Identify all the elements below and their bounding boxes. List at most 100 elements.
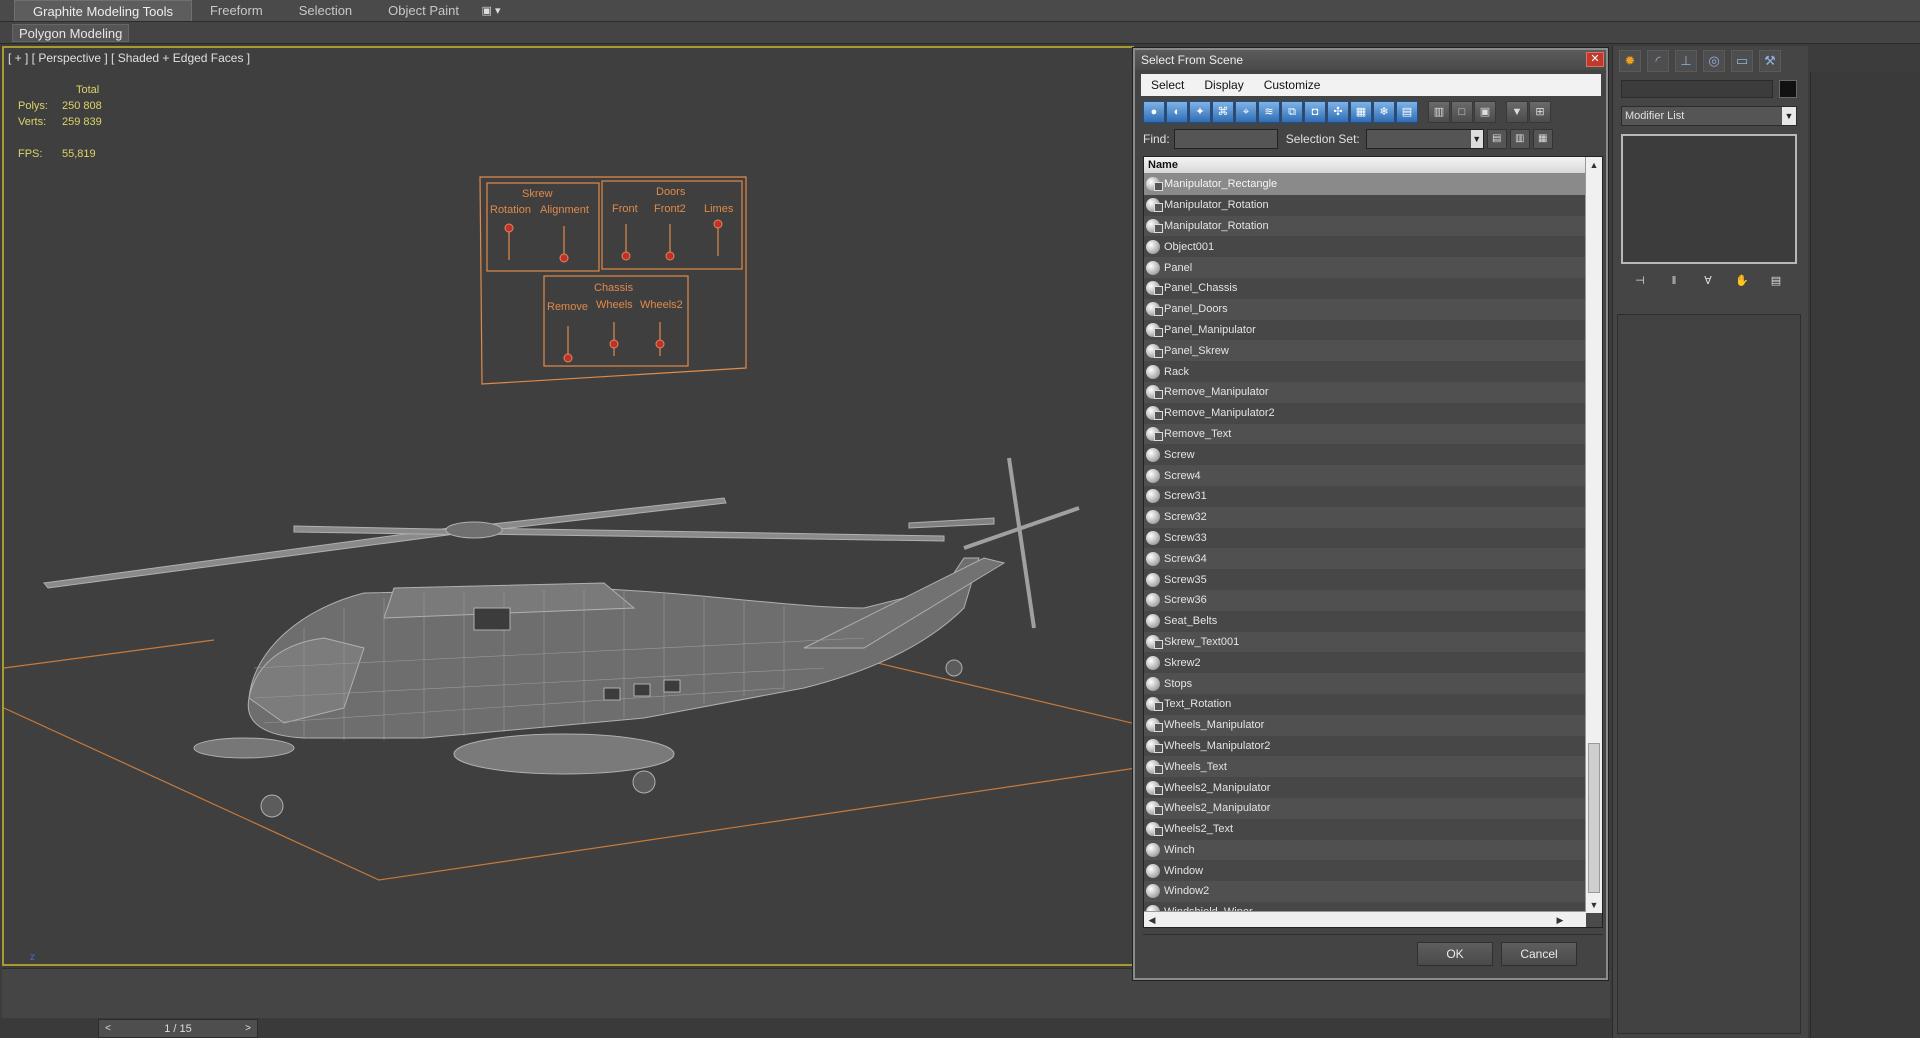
create-set-icon[interactable]: ▤ <box>1486 129 1507 149</box>
scroll-down-icon[interactable]: ▼ <box>1586 897 1602 913</box>
list-item[interactable]: Winch <box>1144 839 1586 861</box>
scroll-thumb[interactable] <box>1588 743 1600 893</box>
display-hidden-icon[interactable]: ▤ <box>1396 101 1418 123</box>
remove-from-set-icon[interactable]: ▦ <box>1532 129 1553 149</box>
list-item[interactable]: Screw33 <box>1144 527 1586 549</box>
display-xrefs-icon[interactable]: ◘ <box>1304 101 1326 123</box>
modifier-stack[interactable] <box>1621 134 1797 264</box>
list-item[interactable]: Window <box>1144 860 1586 882</box>
modify-tab-icon[interactable]: ◜ <box>1647 50 1669 72</box>
tab-object-paint[interactable]: Object Paint <box>370 0 477 21</box>
show-end-result-icon[interactable]: ‖ <box>1663 272 1685 290</box>
display-frozen-icon[interactable]: ❄ <box>1373 101 1395 123</box>
tab-graphite-modeling-tools[interactable]: Graphite Modeling Tools <box>14 0 192 21</box>
object-color-swatch[interactable] <box>1779 80 1797 98</box>
list-item[interactable]: Screw31 <box>1144 485 1586 507</box>
column-header-name[interactable]: Name <box>1144 157 1602 174</box>
create-tab-icon[interactable]: ✹ <box>1619 50 1641 72</box>
tab-selection[interactable]: Selection <box>281 0 370 21</box>
list-item[interactable]: Screw4 <box>1144 465 1586 486</box>
list-item[interactable]: Panel_Manipulator <box>1144 319 1586 341</box>
filter-icon[interactable]: ▼ <box>1506 101 1528 123</box>
viewport-label[interactable]: [ + ] [ Perspective ] [ Shaded + Edged F… <box>8 51 250 65</box>
display-spacewarps-icon[interactable]: ≋ <box>1258 101 1280 123</box>
time-prev-button[interactable]: < <box>99 1023 117 1034</box>
vertical-scrollbar[interactable]: ▲ ▼ <box>1585 157 1602 913</box>
select-all-icon[interactable]: ▥ <box>1428 101 1450 123</box>
display-bones-icon[interactable]: ✣ <box>1327 101 1349 123</box>
list-item[interactable]: Stops <box>1144 673 1586 694</box>
list-item[interactable]: Rack <box>1144 361 1586 382</box>
menu-customize[interactable]: Customize <box>1254 74 1331 96</box>
add-to-set-icon[interactable]: ▥ <box>1509 129 1530 149</box>
hierarchy-icon[interactable]: ⊞ <box>1529 101 1551 123</box>
display-tab-icon[interactable]: ▭ <box>1731 50 1753 72</box>
list-item[interactable]: Wheels_Manipulator <box>1144 714 1586 736</box>
display-groups-icon[interactable]: ⧉ <box>1281 101 1303 123</box>
utilities-tab-icon[interactable]: ⚒ <box>1759 50 1781 72</box>
time-next-button[interactable]: > <box>239 1023 257 1034</box>
hierarchy-tab-icon[interactable]: ⊥ <box>1675 50 1697 72</box>
close-icon[interactable]: ✕ <box>1586 52 1604 67</box>
selection-set-dropdown[interactable]: ▼ <box>1365 129 1484 149</box>
find-input[interactable] <box>1173 129 1278 149</box>
display-helpers-icon[interactable]: ⌖ <box>1235 101 1257 123</box>
display-geometry-icon[interactable]: ● <box>1143 101 1165 123</box>
list-item[interactable]: Skrew2 <box>1144 652 1586 674</box>
list-item[interactable]: Window2 <box>1144 881 1586 902</box>
perspective-viewport[interactable]: Skrew Rotation Alignment Doors Front Fro… <box>2 46 1134 966</box>
list-item[interactable]: Panel_Doors <box>1144 298 1586 320</box>
cancel-button[interactable]: Cancel <box>1501 942 1577 966</box>
list-item[interactable]: Manipulator_Rotation <box>1144 194 1586 216</box>
select-invert-icon[interactable]: ▣ <box>1474 101 1496 123</box>
list-item[interactable]: Object001 <box>1144 236 1586 258</box>
list-item[interactable]: Wheels2_Manipulator <box>1144 777 1586 798</box>
make-unique-icon[interactable]: ∀ <box>1697 272 1719 290</box>
tab-freeform[interactable]: Freeform <box>192 0 281 21</box>
list-item[interactable]: Wheels_Text <box>1144 756 1586 778</box>
display-shapes-icon[interactable]: ◐ <box>1166 101 1188 123</box>
display-lights-icon[interactable]: ✦ <box>1189 101 1211 123</box>
list-item[interactable]: Screw35 <box>1144 569 1586 590</box>
list-item[interactable]: Wheels2_Text <box>1144 818 1586 840</box>
list-item[interactable]: Panel_Chassis <box>1144 277 1586 299</box>
list-item[interactable]: Remove_Text <box>1144 423 1586 445</box>
display-cameras-icon[interactable]: ⌘ <box>1212 101 1234 123</box>
list-item[interactable]: Screw34 <box>1144 548 1586 570</box>
scroll-up-icon[interactable]: ▲ <box>1586 157 1602 173</box>
chevron-down-icon[interactable]: ▼ <box>1782 107 1796 125</box>
scroll-left-icon[interactable]: ◀ <box>1144 912 1160 927</box>
list-item[interactable]: Seat_Belts <box>1144 610 1586 632</box>
list-item[interactable]: Panel_Skrew <box>1144 340 1586 362</box>
list-item[interactable]: Wheels_Manipulator2 <box>1144 735 1586 757</box>
list-item[interactable]: Remove_Manipulator <box>1144 381 1586 403</box>
ok-button[interactable]: OK <box>1417 942 1493 966</box>
display-containers-icon[interactable]: ▦ <box>1350 101 1372 123</box>
dialog-title-bar[interactable]: Select From Scene ✕ <box>1135 50 1606 70</box>
list-item[interactable]: Wheels2_Manipulator <box>1144 797 1586 819</box>
pin-stack-icon[interactable]: ⊣ <box>1629 272 1651 290</box>
remove-modifier-icon[interactable]: ✋ <box>1731 272 1753 290</box>
object-name-field[interactable] <box>1621 80 1773 98</box>
time-slider[interactable]: < 1 / 15 > <box>98 1019 258 1038</box>
list-item[interactable]: Manipulator_Rectangle <box>1144 174 1586 195</box>
list-item[interactable]: Screw32 <box>1144 506 1586 528</box>
configure-sets-icon[interactable]: ▤ <box>1765 272 1787 290</box>
ribbon-options-icon[interactable]: ▣ ▾ <box>477 0 505 21</box>
select-none-icon[interactable]: □ <box>1451 101 1473 123</box>
menu-select[interactable]: Select <box>1141 74 1194 96</box>
list-item[interactable]: Skrew_Text001 <box>1144 631 1586 653</box>
modifier-list-dropdown[interactable]: Modifier List ▼ <box>1621 106 1797 126</box>
panel-polygon-modeling[interactable]: Polygon Modeling <box>12 24 130 42</box>
list-item[interactable]: Manipulator_Rotation <box>1144 215 1586 237</box>
menu-display[interactable]: Display <box>1194 74 1253 96</box>
list-item[interactable]: Screw <box>1144 444 1586 466</box>
chevron-down-icon[interactable]: ▼ <box>1470 130 1483 148</box>
scroll-right-icon[interactable]: ▶ <box>1552 912 1568 927</box>
list-item[interactable]: Screw36 <box>1144 589 1586 611</box>
horizontal-scrollbar[interactable]: ◀ ▶ <box>1144 911 1586 927</box>
list-item[interactable]: Text_Rotation <box>1144 693 1586 715</box>
list-item[interactable]: Remove_Manipulator2 <box>1144 402 1586 424</box>
list-item[interactable]: Panel <box>1144 257 1586 278</box>
motion-tab-icon[interactable]: ◎ <box>1703 50 1725 72</box>
